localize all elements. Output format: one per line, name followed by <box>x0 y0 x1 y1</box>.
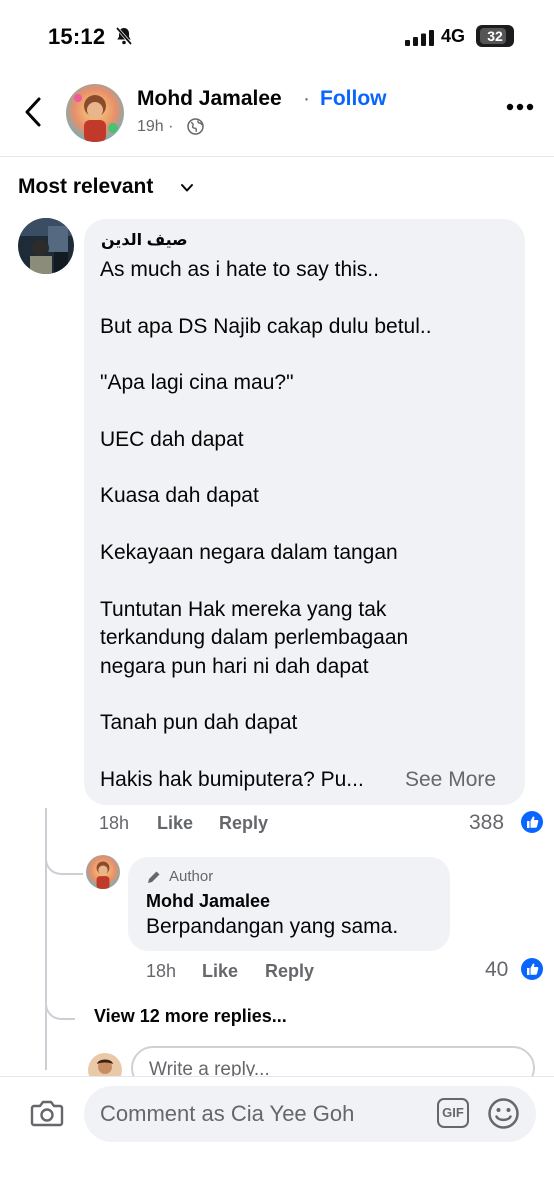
battery-level: 32 <box>487 28 503 44</box>
name-separator: · <box>303 87 310 110</box>
reply-time: 18h <box>146 961 177 981</box>
back-arrow-icon[interactable] <box>22 96 46 128</box>
emoji-icon[interactable] <box>487 1097 520 1130</box>
chevron-down-icon[interactable] <box>180 183 194 193</box>
thread-connector <box>45 990 75 1020</box>
reply-text: Berpandangan yang sama. <box>146 915 399 938</box>
post-time: 19h · <box>137 118 174 135</box>
avatar-illustration <box>86 855 120 889</box>
bell-muted-icon <box>115 26 133 46</box>
comment-text-line: UEC dah dapat <box>100 428 244 451</box>
poster-name[interactable]: Mohd Jamalee <box>137 87 282 111</box>
thumbs-up-icon <box>521 958 543 980</box>
globe-icon <box>187 118 204 135</box>
reply-author-avatar[interactable] <box>86 855 120 889</box>
comment-input-placeholder[interactable]: Comment as Cia Yee Goh <box>100 1101 354 1127</box>
comment-text-line: negara pun hari ni dah dapat <box>100 655 369 678</box>
comment-text-line: As much as i hate to say this.. <box>100 258 379 281</box>
reply-reply-button[interactable]: Reply <box>265 961 314 982</box>
comment-text-line: terkandung dalam perlembagaan <box>100 626 409 649</box>
status-time: 15:12 <box>48 24 106 49</box>
reply-like-button[interactable]: Like <box>202 961 238 982</box>
poster-avatar[interactable] <box>66 84 124 142</box>
gif-button[interactable]: GIF <box>437 1098 469 1128</box>
comment-reaction-count[interactable]: 388 <box>469 811 504 835</box>
follow-button[interactable]: Follow <box>320 87 387 111</box>
battery-icon: 32 <box>476 25 514 47</box>
comment-like-button[interactable]: Like <box>157 813 193 834</box>
comment-text-line: Tuntutan Hak mereka yang tak <box>100 598 387 621</box>
network-type: 4G <box>441 26 466 46</box>
camera-icon[interactable] <box>30 1098 64 1128</box>
reply-author-name[interactable]: Mohd Jamalee <box>146 891 270 912</box>
avatar-illustration <box>66 84 124 142</box>
comment-text-line: But apa DS Najib cakap dulu betul.. <box>100 315 432 338</box>
commenter-avatar[interactable] <box>18 218 74 274</box>
comment-author[interactable]: صيف الدين <box>101 230 201 250</box>
thumbs-up-icon <box>521 811 543 833</box>
comment-text-line: Hakis hak bumiputera? Pu... <box>100 768 364 791</box>
thread-connector <box>45 845 83 875</box>
avatar-photo <box>18 218 74 274</box>
author-badge: Author <box>169 868 214 885</box>
see-more-link[interactable]: See More <box>405 768 496 792</box>
reply-reaction-count[interactable]: 40 <box>485 958 508 982</box>
comment-text-line: Kuasa dah dapat <box>100 484 259 507</box>
sort-dropdown[interactable]: Most relevant <box>18 175 153 199</box>
signal-icon <box>405 30 434 46</box>
comment-text-line: Tanah pun dah dapat <box>100 711 298 734</box>
comment-time: 18h <box>99 813 130 833</box>
header-divider <box>0 156 554 157</box>
pen-icon <box>148 871 160 883</box>
comment-text-line: Kekayaan negara dalam tangan <box>100 541 398 564</box>
more-options-icon[interactable] <box>505 102 535 112</box>
comment-reply-button[interactable]: Reply <box>219 813 268 834</box>
view-more-replies-link[interactable]: View 12 more replies... <box>94 1006 287 1027</box>
comment-text-line: "Apa lagi cina mau?" <box>100 371 294 394</box>
